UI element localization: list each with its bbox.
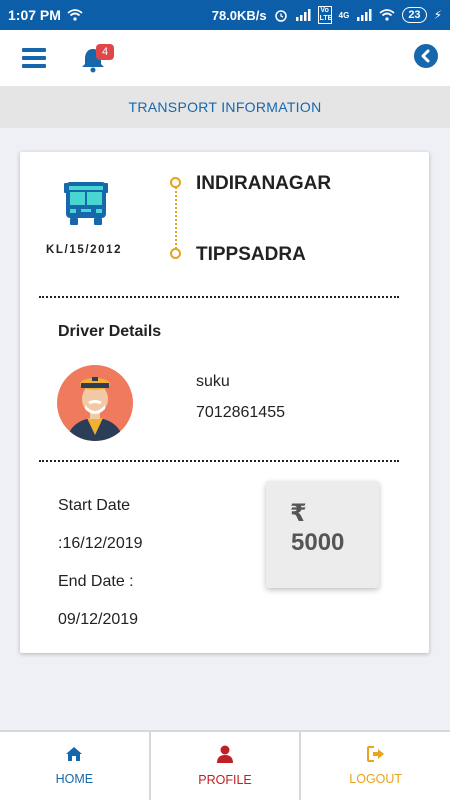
logout-icon — [366, 746, 384, 762]
page-title: TRANSPORT INFORMATION — [0, 86, 450, 128]
network-speed: 78.0KB/s — [211, 7, 267, 23]
nav-logout[interactable]: LOGOUT — [301, 732, 450, 800]
chevron-left-icon — [421, 49, 430, 63]
route-line — [175, 180, 177, 256]
nav-profile[interactable]: PROFILE — [151, 732, 302, 800]
signal-icon-2 — [357, 9, 372, 21]
vehicle-plate: KL/15/2012 — [46, 244, 123, 256]
wifi-calling-icon — [67, 9, 83, 21]
alarm-icon — [274, 10, 287, 22]
bus-icon — [64, 182, 108, 225]
back-button[interactable] — [414, 44, 438, 68]
status-time: 1:07 PM — [8, 7, 61, 23]
volte-badge: Vo LTE — [317, 6, 333, 24]
driver-illustration-icon — [67, 377, 123, 441]
bottom-navigation: HOME PROFILE LOGOUT — [0, 730, 450, 800]
status-bar: 1:07 PM 78.0KB/s Vo LTE 4G 23 ⚡ — [0, 0, 450, 30]
notification-badge: 4 — [96, 44, 114, 60]
app-header: 4 — [0, 30, 450, 86]
transport-card: KL/15/2012 INDIRANAGAR TIPPSADRA Driver … — [20, 152, 429, 653]
menu-button[interactable] — [22, 48, 46, 68]
route-end-dot — [170, 248, 181, 259]
nav-home[interactable]: HOME — [0, 732, 151, 800]
signal-icon — [295, 9, 311, 21]
nav-home-label: HOME — [55, 772, 94, 786]
end-date-value: 09/12/2019 — [58, 611, 139, 628]
rupee-icon: ₹ — [290, 500, 307, 527]
driver-details-heading: Driver Details — [58, 323, 162, 340]
driver-avatar — [57, 365, 133, 441]
battery-indicator: 23 — [402, 7, 427, 23]
nav-profile-label: PROFILE — [198, 773, 252, 787]
end-date-label: End Date : — [58, 573, 134, 590]
nav-logout-label: LOGOUT — [349, 772, 403, 786]
battery-level: 23 — [408, 8, 421, 21]
user-icon — [217, 745, 233, 763]
divider — [39, 296, 399, 298]
route-start-dot — [170, 177, 181, 188]
fee-amount-box: ₹ 5000 — [266, 481, 379, 588]
wifi-icon — [379, 9, 395, 21]
route-destination: TIPPSADRA — [196, 244, 306, 265]
start-date-value: :16/12/2019 — [58, 535, 143, 552]
fee-amount: 5000 — [291, 529, 345, 556]
home-icon — [66, 747, 83, 761]
divider — [39, 460, 399, 462]
route-origin: INDIRANAGAR — [196, 173, 332, 194]
network-type: 4G — [338, 10, 350, 20]
charging-icon: ⚡ — [433, 8, 442, 22]
start-date-label: Start Date — [58, 497, 131, 514]
driver-phone[interactable]: 7012861455 — [196, 404, 285, 422]
driver-name: suku — [196, 373, 230, 390]
